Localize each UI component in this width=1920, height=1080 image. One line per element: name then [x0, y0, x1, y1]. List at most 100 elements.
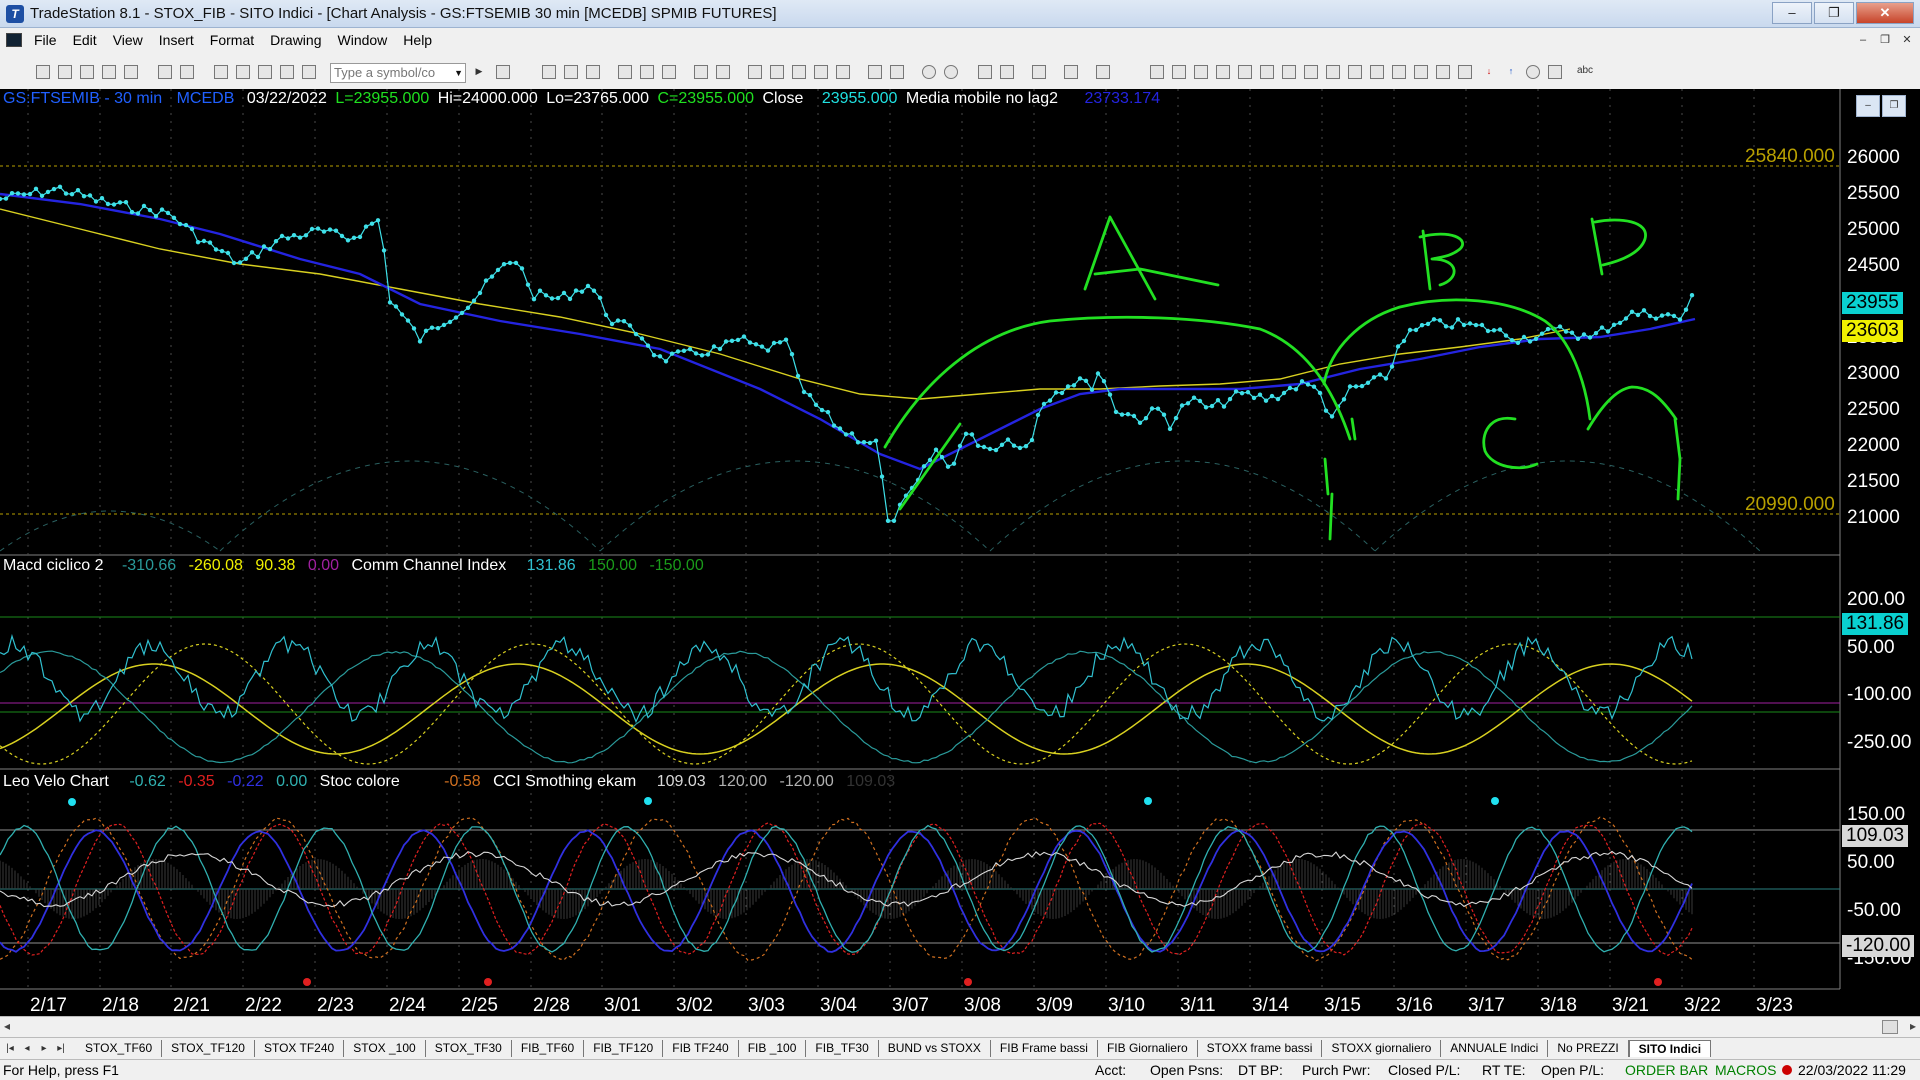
- mdi-restore-button[interactable]: ❐: [1876, 32, 1894, 48]
- open-workspace-icon[interactable]: [80, 65, 94, 79]
- menu-file[interactable]: File: [26, 32, 65, 48]
- menu-drawing[interactable]: Drawing: [262, 32, 329, 48]
- bar-format-icon[interactable]: [542, 65, 556, 79]
- tab-prev-icon[interactable]: ◂: [20, 1043, 34, 1054]
- zoom-in-icon[interactable]: [922, 65, 936, 79]
- symbol-input[interactable]: Type a symbol/co ▼: [330, 63, 466, 83]
- menu-window[interactable]: Window: [330, 32, 396, 48]
- mdi-close-button[interactable]: ✕: [1898, 32, 1916, 48]
- symbol-lookup-icon[interactable]: [496, 65, 510, 79]
- chart-canvas[interactable]: [0, 89, 1920, 1016]
- trendline-icon[interactable]: [1150, 65, 1164, 79]
- menu-view[interactable]: View: [105, 32, 151, 48]
- ellipse-icon[interactable]: [1526, 65, 1540, 79]
- lock-icon[interactable]: [258, 65, 272, 79]
- chart-analysis-window[interactable]: GS:FTSEMIB - 30 min MCEDB 03/22/2022 L=2…: [0, 89, 1920, 1016]
- chart-restore-button[interactable]: ❐: [1882, 95, 1906, 117]
- tab-stoxx-frame-bassi[interactable]: STOXX frame bassi: [1198, 1040, 1323, 1057]
- tab-sito-indici[interactable]: SITO Indici: [1628, 1040, 1712, 1057]
- pointer-icon[interactable]: [978, 65, 992, 79]
- print-icon[interactable]: [158, 65, 172, 79]
- cycle-lines-icon[interactable]: [1304, 65, 1318, 79]
- arc-icon[interactable]: [1392, 65, 1406, 79]
- menu-edit[interactable]: Edit: [65, 32, 105, 48]
- save-icon[interactable]: [124, 65, 138, 79]
- open-icon[interactable]: [58, 65, 72, 79]
- grid-icon[interactable]: [1064, 65, 1078, 79]
- tab-no-prezzi[interactable]: No PREZZI: [1548, 1040, 1629, 1057]
- arrow-icon[interactable]: [1348, 65, 1362, 79]
- arrow-up-icon[interactable]: ↑: [1504, 65, 1518, 79]
- tab-fib-frame-bassi[interactable]: FIB Frame bassi: [991, 1040, 1098, 1057]
- select-icon[interactable]: [1000, 65, 1014, 79]
- tab-annuale-indici[interactable]: ANNUALE Indici: [1441, 1040, 1549, 1057]
- new-file-icon[interactable]: [36, 65, 50, 79]
- andrews-pitchfork-icon[interactable]: [1282, 65, 1296, 79]
- print-preview-icon[interactable]: [180, 65, 194, 79]
- order-icon[interactable]: [836, 65, 850, 79]
- matrix-icon[interactable]: [792, 65, 806, 79]
- chart-window-icon[interactable]: [6, 33, 22, 47]
- chevron-down-icon[interactable]: ▼: [454, 64, 463, 82]
- status-order-bar[interactable]: ORDER BAR: [1625, 1062, 1708, 1078]
- tab-stox-tf60[interactable]: STOX_TF60: [76, 1040, 163, 1057]
- tab-fib-tf240[interactable]: FIB TF240: [663, 1040, 739, 1057]
- menu-insert[interactable]: Insert: [151, 32, 202, 48]
- radar-screen-icon[interactable]: [236, 65, 250, 79]
- link-icon[interactable]: [770, 65, 784, 79]
- rectangle-icon[interactable]: [1548, 65, 1562, 79]
- maximize-button[interactable]: ❐: [1814, 2, 1854, 24]
- speed-lines-icon[interactable]: [1260, 65, 1274, 79]
- data-window-icon[interactable]: [586, 65, 600, 79]
- tools-icon[interactable]: [1032, 65, 1046, 79]
- quote-icon[interactable]: [280, 65, 294, 79]
- arrow-down-icon[interactable]: ↓: [1482, 65, 1496, 79]
- fibonacci-icon[interactable]: [1216, 65, 1230, 79]
- scroll-left-icon[interactable]: ◂: [4, 1019, 10, 1033]
- text-tool-icon[interactable]: abc: [1572, 65, 1598, 79]
- options-icon[interactable]: [748, 65, 762, 79]
- chart-minimize-button[interactable]: –: [1856, 95, 1880, 117]
- channel-icon[interactable]: [1172, 65, 1186, 79]
- new-window-icon[interactable]: [102, 65, 116, 79]
- indicator-icon[interactable]: [618, 65, 632, 79]
- tab-fib-tf120[interactable]: FIB_TF120: [584, 1040, 664, 1057]
- curve-icon[interactable]: [1458, 65, 1472, 79]
- scroll-thumb[interactable]: [1882, 1020, 1898, 1034]
- format-icon[interactable]: [662, 65, 676, 79]
- chart-window-icon[interactable]: [214, 65, 228, 79]
- chart-style-icon[interactable]: [716, 65, 730, 79]
- menu-help[interactable]: Help: [395, 32, 440, 48]
- refresh-icon[interactable]: [694, 65, 708, 79]
- tradestation-app-icon[interactable]: T: [6, 4, 24, 23]
- tab-fib-100[interactable]: FIB _100: [739, 1040, 807, 1057]
- tab-last-icon[interactable]: ▸|: [54, 1043, 68, 1054]
- zoom-out-icon[interactable]: [944, 65, 958, 79]
- horizontal-scrollbar[interactable]: ◂ ▸: [0, 1016, 1920, 1036]
- tab-stox-100[interactable]: STOX _100: [344, 1040, 426, 1057]
- tab-next-icon[interactable]: ▸: [37, 1043, 51, 1054]
- scroll-right-icon[interactable]: ▸: [1910, 1019, 1916, 1033]
- alert-icon[interactable]: [1096, 65, 1110, 79]
- hotlist-icon[interactable]: [814, 65, 828, 79]
- gann-fan-icon[interactable]: [1238, 65, 1252, 79]
- parallel-lines-icon[interactable]: [1370, 65, 1384, 79]
- freehand-icon[interactable]: [1414, 65, 1428, 79]
- tab-stox-tf120[interactable]: STOX_TF120: [162, 1040, 255, 1057]
- layout-icon[interactable]: [564, 65, 578, 79]
- crosshair-icon[interactable]: [868, 65, 882, 79]
- data-tips-icon[interactable]: [890, 65, 904, 79]
- horizontal-line-icon[interactable]: [1194, 65, 1208, 79]
- tab-stox-tf240[interactable]: STOX TF240: [255, 1040, 345, 1057]
- tab-bund-vs-stoxx[interactable]: BUND vs STOXX: [879, 1040, 991, 1057]
- vertical-lines-icon[interactable]: [1326, 65, 1340, 79]
- tab-fib-giornaliero[interactable]: FIB Giornaliero: [1098, 1040, 1198, 1057]
- tab-stoxx-giornaliero[interactable]: STOXX giornaliero: [1322, 1040, 1442, 1057]
- tab-stox-tf30[interactable]: STOX_TF30: [426, 1040, 512, 1057]
- tab-first-icon[interactable]: |◂: [3, 1043, 17, 1054]
- tab-fib-tf60[interactable]: FIB_TF60: [512, 1040, 585, 1057]
- minimize-button[interactable]: –: [1772, 2, 1812, 24]
- mdi-minimize-button[interactable]: –: [1854, 32, 1872, 48]
- close-button[interactable]: ✕: [1856, 2, 1914, 24]
- scanner-icon[interactable]: [302, 65, 316, 79]
